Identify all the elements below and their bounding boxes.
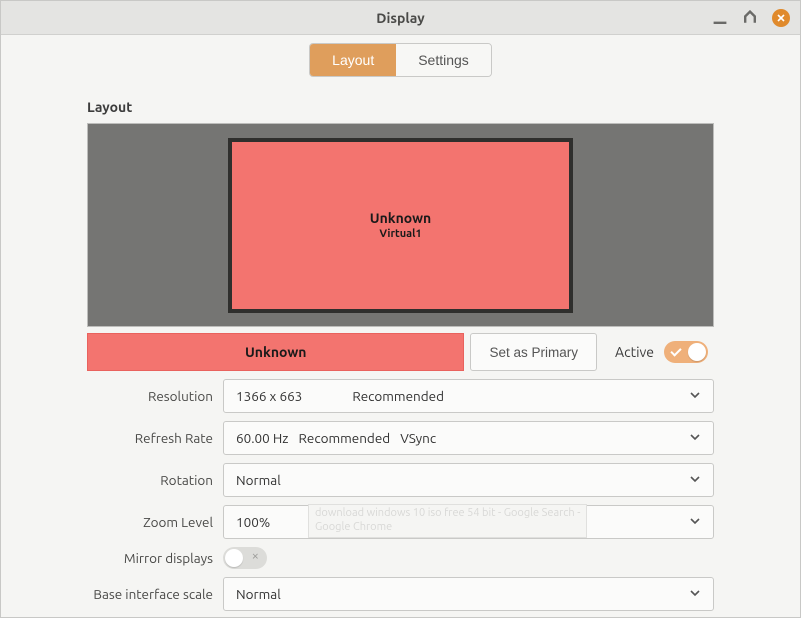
rotation-row: Rotation Normal [87,463,714,497]
display-settings-window: Display Layout Settings Layout Unknown V… [0,0,801,618]
mirror-toggle[interactable] [223,547,267,569]
refresh-value: 60.00 Hz [236,430,289,446]
refresh-label: Refresh Rate [87,430,213,446]
tab-group: Layout Settings [309,43,492,77]
chevron-down-icon [689,430,701,446]
window-controls [712,9,790,27]
display-arrangement-preview[interactable]: Unknown Virtual1 [87,123,714,327]
monitor-connector: Virtual1 [379,228,421,240]
close-button[interactable] [772,9,790,27]
set-primary-button[interactable]: Set as Primary [470,333,597,371]
zoom-value: 100% [236,514,270,530]
monitor-name: Unknown [370,210,431,226]
refresh-row: Refresh Rate 60.00 Hz Recommended VSync [87,421,714,455]
rotation-select[interactable]: Normal [223,463,714,497]
base-scale-select[interactable]: Normal [223,577,714,611]
minimize-button[interactable] [712,10,728,26]
tab-bar: Layout Settings [1,35,800,87]
selected-display-badge: Unknown [87,333,464,371]
monitor-preview[interactable]: Unknown Virtual1 [228,138,573,313]
zoom-label: Zoom Level [87,514,213,530]
chevron-down-icon [689,514,701,530]
resolution-hint: Recommended [352,388,444,404]
chevron-down-icon [689,472,701,488]
window-title: Display [1,10,800,26]
section-title: Layout [87,99,776,115]
chevron-down-icon [689,388,701,404]
zoom-select[interactable]: 100% download windows 10 iso free 54 bit… [223,505,714,539]
base-scale-label: Base interface scale [87,586,213,602]
tab-settings[interactable]: Settings [396,44,491,76]
base-scale-value: Normal [236,586,281,602]
ghost-tooltip: download windows 10 iso free 54 bit - Go… [308,504,587,538]
active-toggle-wrap: Active [603,333,714,371]
mirror-row: Mirror displays [87,547,714,569]
refresh-select[interactable]: 60.00 Hz Recommended VSync [223,421,714,455]
refresh-vsync: VSync [400,430,436,446]
base-scale-row: Base interface scale Normal [87,577,714,611]
tab-layout[interactable]: Layout [310,44,396,76]
refresh-hint: Recommended [299,430,391,446]
resolution-value: 1366 x 663 [236,388,302,404]
titlebar: Display [1,1,800,35]
active-toggle[interactable] [664,341,708,363]
mirror-label: Mirror displays [87,550,213,566]
resolution-row: Resolution 1366 x 663 Recommended [87,379,714,413]
zoom-row: Zoom Level 100% download windows 10 iso … [87,505,714,539]
resolution-select[interactable]: 1366 x 663 Recommended [223,379,714,413]
maximize-button[interactable] [742,10,758,26]
chevron-down-icon [689,586,701,602]
rotation-value: Normal [236,472,281,488]
resolution-label: Resolution [87,388,213,404]
active-label: Active [615,344,654,360]
rotation-label: Rotation [87,472,213,488]
selected-display-row: Unknown Set as Primary Active [87,333,714,371]
content-area: Layout Unknown Virtual1 Unknown Set as P… [1,87,800,617]
